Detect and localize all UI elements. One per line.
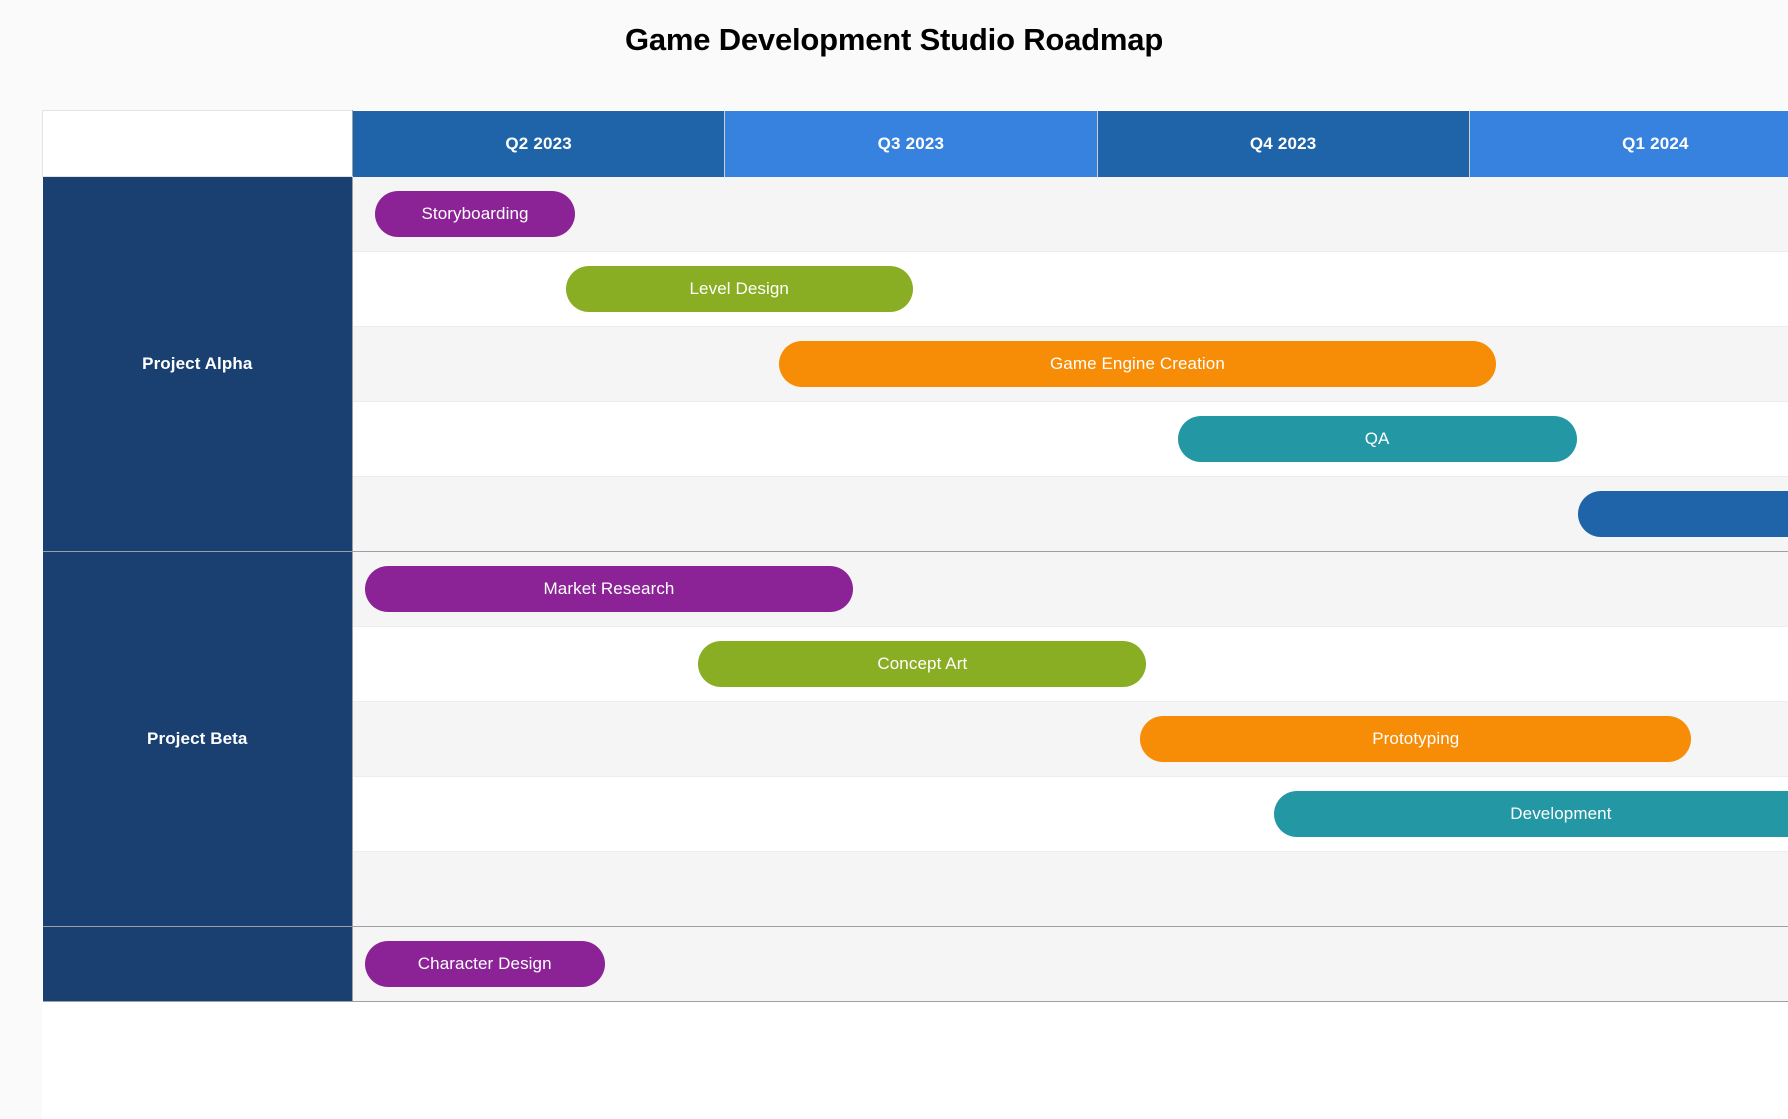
timeline-header-row: Q2 2023 Q3 2023 Q4 2023 Q1 2024	[42, 110, 1788, 177]
gantt-bar-label: Market Research	[543, 579, 675, 598]
task-lane: Character Design	[352, 926, 1788, 1002]
task-lane: Prototyping	[352, 701, 1788, 777]
gantt-bar[interactable]	[1578, 491, 1788, 537]
timeline-column-q1-2024[interactable]: Q1 2024	[1469, 110, 1788, 177]
project-group-label-text: Project Beta	[147, 729, 248, 748]
gantt-bar[interactable]: Development	[1274, 791, 1788, 837]
gantt-body: Project Alpha Storyboarding Level Design Ga…	[42, 176, 1788, 1002]
project-group-label	[42, 926, 353, 1002]
task-lane	[352, 476, 1788, 552]
timeline-column-q4-2023[interactable]: Q4 2023	[1097, 110, 1470, 177]
timeline-column-label: Q3 2023	[877, 133, 945, 153]
task-row: Project Beta Market Research	[42, 551, 1788, 927]
gantt-bar-label: Storyboarding	[421, 203, 529, 223]
gantt-header: Q2 2023 Q3 2023 Q4 2023 Q1 2024	[42, 110, 1788, 177]
gantt-chart: Q2 2023 Q3 2023 Q4 2023 Q1 2024 Project …	[42, 110, 1788, 1119]
row-label-header	[42, 110, 353, 177]
gantt-bar[interactable]: Storyboarding	[375, 190, 575, 237]
task-lane	[352, 851, 1788, 927]
project-group-label-text: Project Alpha	[142, 354, 253, 373]
gantt-bar-label: Prototyping	[1372, 729, 1460, 748]
gantt-bar[interactable]: Concept Art	[698, 641, 1147, 687]
project-group-label: Project Beta	[42, 551, 353, 927]
gantt-bar[interactable]: Character Design	[364, 941, 605, 987]
gantt-bar-label: Character Design	[417, 954, 552, 973]
timeline-column-label: Q1 2024	[1622, 133, 1689, 153]
task-row: Character Design	[42, 926, 1788, 1002]
task-lane: Concept Art	[352, 626, 1788, 702]
task-lane: Storyboarding	[352, 176, 1788, 252]
timeline-column-q3-2023[interactable]: Q3 2023	[724, 110, 1098, 177]
task-lane: Game Engine Creation	[352, 326, 1788, 402]
gantt-bar[interactable]: Prototyping	[1140, 716, 1692, 762]
page-title: Game Development Studio Roadmap	[624, 22, 1164, 57]
gantt-bar-label: Concept Art	[877, 654, 968, 673]
task-lane: QA	[352, 401, 1788, 477]
timeline-column-q2-2023[interactable]: Q2 2023	[352, 110, 726, 177]
task-row: Project Alpha Storyboarding	[42, 176, 1788, 552]
task-lane: Level Design	[352, 251, 1788, 327]
task-lane: Development	[352, 776, 1788, 852]
gantt-bar[interactable]: Market Research	[364, 566, 854, 612]
gantt-bar[interactable]: Game Engine Creation	[778, 341, 1497, 387]
gantt-bar-label: Development	[1510, 804, 1612, 823]
gantt-bar-label: QA	[1364, 429, 1390, 448]
gantt-bar-label: Level Design	[689, 279, 789, 298]
timeline-column-label: Q2 2023	[505, 133, 572, 153]
task-lane: Market Research	[352, 551, 1788, 627]
roadmap-page: Game Development Studio Roadmap Q2 2023 …	[0, 0, 1788, 1119]
gantt-bar[interactable]: Level Design	[565, 266, 913, 312]
gantt-bar-label: Game Engine Creation	[1049, 354, 1225, 373]
project-group-label: Project Alpha	[42, 176, 353, 552]
gantt-table: Q2 2023 Q3 2023 Q4 2023 Q1 2024 Project …	[42, 110, 1788, 1002]
timeline-column-label: Q4 2023	[1249, 133, 1317, 153]
gantt-bar[interactable]: QA	[1177, 416, 1577, 462]
